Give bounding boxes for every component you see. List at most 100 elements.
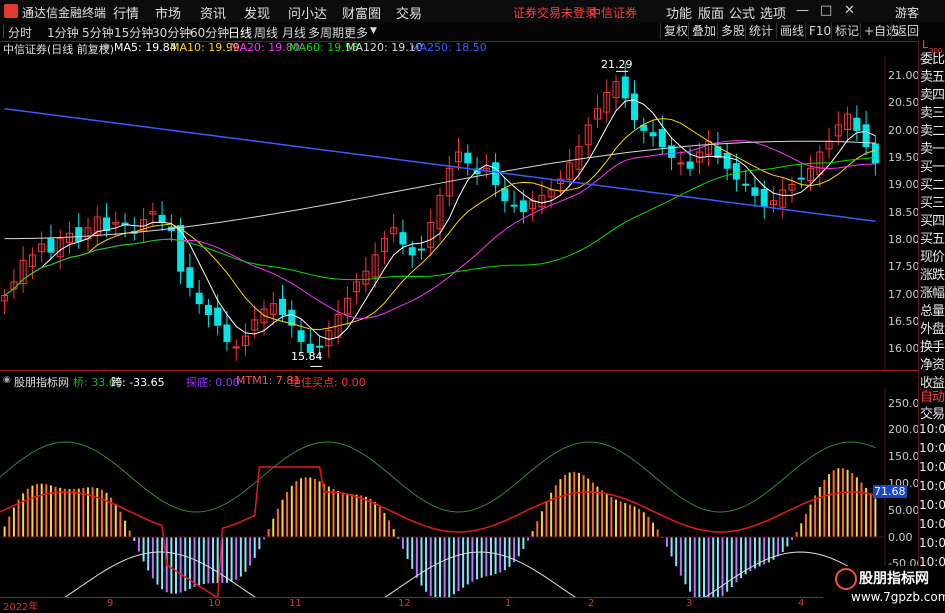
tick-time: 10:05 xyxy=(919,498,945,512)
tab-1min[interactable]: 1分钟 xyxy=(47,24,79,41)
ma-toggle-icon[interactable]: ◉ xyxy=(102,42,110,52)
login-status[interactable]: 证券交易未登录 xyxy=(513,4,597,21)
candle-body xyxy=(158,214,166,223)
candle-body xyxy=(417,248,425,251)
sidebar-item: 涨跌 xyxy=(920,268,945,283)
candle-body xyxy=(871,143,879,164)
candle-body xyxy=(75,227,83,242)
tab-fenshi[interactable]: 分时 xyxy=(8,24,32,41)
sidebar-item: 外盘 xyxy=(920,322,945,337)
tab-more[interactable]: 更多 xyxy=(344,24,368,41)
candle-body xyxy=(760,188,768,207)
candle-body xyxy=(686,161,694,169)
tab-monthly[interactable]: 月线 xyxy=(282,24,306,41)
osc-tick: 50.00 xyxy=(888,504,920,517)
sidebar-item: 卖二 xyxy=(920,124,945,139)
mtm-line xyxy=(0,466,876,597)
btn-huaxian[interactable]: 画线 xyxy=(776,23,807,39)
tab-60min[interactable]: 60分钟 xyxy=(190,24,229,41)
period-toolbar: 分时 1分钟 5分钟 15分钟 30分钟 60分钟 日线 周线 月线 多周期 更… xyxy=(0,22,945,42)
candle-body xyxy=(649,132,657,137)
sidebar-item: 现价 xyxy=(920,250,945,265)
x-label: 2 xyxy=(588,598,595,609)
candle-body xyxy=(316,345,324,348)
tab-5min[interactable]: 5分钟 xyxy=(82,24,114,41)
stock-label[interactable]: 中信证券(日线 前复权) xyxy=(3,41,114,57)
app-logo-icon xyxy=(4,4,18,18)
menu-xuanxiang[interactable]: 选项 xyxy=(760,3,786,22)
btn-f10[interactable]: F10 xyxy=(805,23,834,39)
candle-body xyxy=(464,152,472,164)
tab-multi-period[interactable]: 多周期 xyxy=(308,24,344,41)
candle-body xyxy=(214,307,222,326)
price-tick: 20.50 xyxy=(888,96,920,109)
candle-body xyxy=(223,324,231,343)
price-tick: 19.00 xyxy=(888,178,920,191)
candle-body xyxy=(195,292,203,305)
x-label: 1 xyxy=(505,598,512,609)
tab-15min[interactable]: 15分钟 xyxy=(114,24,153,41)
watermark-url: www.7gpzb.com xyxy=(851,590,945,604)
x-label: 2022年 xyxy=(3,602,39,613)
sidebar-item: 买三 xyxy=(920,196,945,211)
tick-time: 10:05 xyxy=(919,517,945,531)
indicator-toggle-icon[interactable]: ◉ xyxy=(3,375,11,385)
menu-wenxiaoda[interactable]: 问小达 xyxy=(288,3,327,22)
x-label: 11 xyxy=(289,598,302,609)
broker-name[interactable]: 中信证券 xyxy=(589,4,637,21)
ma250-label: MA250: 18.50 xyxy=(410,41,487,54)
sidebar-item: 委比 xyxy=(920,52,945,67)
tab-daily[interactable]: 日线 xyxy=(228,24,252,41)
menu-caifuquan[interactable]: 财富圈 xyxy=(342,3,381,22)
price-tick: 18.50 xyxy=(888,206,920,219)
btn-biaoji[interactable]: 标记 xyxy=(831,23,862,39)
candle-body xyxy=(519,200,527,213)
x-label: 12 xyxy=(398,598,411,609)
sidebar-item: 卖三 xyxy=(920,106,945,121)
tick-time: 10:05 xyxy=(919,479,945,493)
candle-body xyxy=(279,298,287,315)
tab-30min[interactable]: 30分钟 xyxy=(152,24,191,41)
low-annotation: 15.84 xyxy=(291,350,323,363)
menu-banmian[interactable]: 版面 xyxy=(698,3,724,22)
menu-jiaoyi[interactable]: 交易 xyxy=(396,3,422,22)
menu-gongshi[interactable]: 公式 xyxy=(729,3,755,22)
sidebar-trade[interactable]: 交易 xyxy=(920,403,945,422)
guest-label[interactable]: 游客 xyxy=(895,4,919,21)
minimize-icon[interactable]: — xyxy=(796,3,809,18)
menu-gongneng[interactable]: 功能 xyxy=(666,3,692,22)
menu-hangqing[interactable]: 行情 xyxy=(113,3,139,22)
price-tick: 16.00 xyxy=(888,342,920,355)
sidebar-item: 总量 xyxy=(920,304,945,319)
menu-zixun[interactable]: 资讯 xyxy=(200,3,226,22)
sidebar-item: 卖四 xyxy=(920,88,945,103)
candle-body xyxy=(501,188,509,202)
candle-body xyxy=(186,267,194,288)
btn-tongji[interactable]: 统计 xyxy=(745,23,776,39)
candle-body xyxy=(177,225,185,272)
more-chevron-icon[interactable]: ▼ xyxy=(370,26,377,36)
btn-diejia[interactable]: 叠加 xyxy=(688,23,719,39)
price-tick: 21.00 xyxy=(888,69,920,82)
close-icon[interactable]: ✕ xyxy=(844,3,855,18)
indicator-chart[interactable] xyxy=(0,388,888,597)
menu-shichang[interactable]: 市场 xyxy=(155,3,181,22)
candle-body xyxy=(732,163,740,180)
price-tick: 19.50 xyxy=(888,151,920,164)
x-label: 9 xyxy=(107,598,114,609)
price-chart[interactable] xyxy=(0,56,888,370)
btn-fuquan[interactable]: 复权 xyxy=(660,23,691,39)
app-title: 通达信金融终端 xyxy=(22,6,107,20)
btn-duogu[interactable]: 多股 xyxy=(717,23,748,39)
menu-faxian[interactable]: 发现 xyxy=(244,3,270,22)
menu-bar: 通达信金融终端 行情 市场 资讯 发现 问小达 财富圈 交易 证券交易未登录 中… xyxy=(0,0,945,23)
watermark-title: 股朋指标网 xyxy=(859,571,929,587)
high-annotation: 21.29 xyxy=(601,58,633,71)
tab-weekly[interactable]: 周线 xyxy=(254,24,278,41)
sidebar-item: 买五 xyxy=(920,232,945,247)
candle-body xyxy=(510,204,518,207)
btn-fanhui[interactable]: 返回 xyxy=(891,23,922,39)
candle-body xyxy=(631,93,639,121)
price-tick: 18.00 xyxy=(888,233,920,246)
maximize-icon[interactable]: □ xyxy=(820,3,832,18)
